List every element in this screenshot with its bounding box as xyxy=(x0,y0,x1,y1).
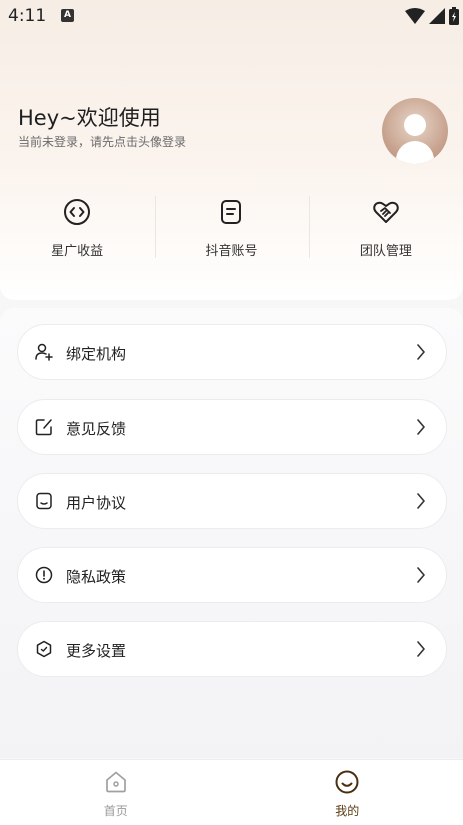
status-icons xyxy=(405,7,459,25)
menu-item-more-settings[interactable]: 更多设置 xyxy=(17,621,447,677)
chevron-right-icon xyxy=(416,419,426,435)
handshake-icon xyxy=(372,198,400,226)
nav-tab-mine[interactable]: 我的 xyxy=(232,760,463,825)
add-user-icon xyxy=(35,343,53,361)
chevron-right-icon xyxy=(416,344,426,360)
smile-icon xyxy=(334,769,360,795)
quick-action-douyin-account[interactable]: 抖音账号 xyxy=(154,196,308,262)
settings-menu: 绑定机构 意见反馈 用户协议 隐私政策 更多设置 xyxy=(0,308,463,758)
divider xyxy=(155,196,156,258)
avatar-body-icon xyxy=(396,141,434,164)
menu-item-label: 隐私政策 xyxy=(66,566,126,587)
quick-action-earnings[interactable]: 星广收益 xyxy=(0,196,154,262)
menu-item-privacy-policy[interactable]: 隐私政策 xyxy=(17,547,447,603)
menu-item-label: 意见反馈 xyxy=(66,418,126,439)
agreement-icon xyxy=(35,492,53,510)
greeting-title: Hey~欢迎使用 xyxy=(18,102,161,132)
avatar-head-icon xyxy=(404,114,426,136)
menu-item-feedback[interactable]: 意见反馈 xyxy=(17,399,447,455)
chevron-right-icon xyxy=(416,641,426,657)
alert-circle-icon xyxy=(35,566,53,584)
menu-item-label: 更多设置 xyxy=(66,640,126,661)
battery-icon xyxy=(449,7,459,25)
nav-tab-label: 我的 xyxy=(232,802,463,819)
bottom-navigation: 首页 我的 xyxy=(0,759,463,825)
home-icon xyxy=(103,769,129,795)
quick-action-label: 星广收益 xyxy=(0,240,154,259)
chevron-right-icon xyxy=(416,493,426,509)
status-bar: 4:11 A xyxy=(0,0,463,34)
document-icon xyxy=(217,198,245,226)
menu-item-label: 用户协议 xyxy=(66,492,126,513)
nav-tab-home[interactable]: 首页 xyxy=(0,760,232,825)
divider xyxy=(309,196,310,258)
chevron-right-icon xyxy=(416,567,426,583)
notification-icon: A xyxy=(61,9,74,22)
quick-action-team[interactable]: 团队管理 xyxy=(309,196,463,262)
code-diamond-icon xyxy=(63,198,91,226)
menu-item-bind-organization[interactable]: 绑定机构 xyxy=(17,324,447,380)
quick-action-label: 抖音账号 xyxy=(154,240,308,259)
status-time: 4:11 xyxy=(8,6,46,26)
avatar[interactable] xyxy=(382,98,448,164)
signal-icon xyxy=(429,8,445,24)
wifi-icon xyxy=(405,8,425,24)
menu-item-user-agreement[interactable]: 用户协议 xyxy=(17,473,447,529)
login-hint: 当前未登录，请先点击头像登录 xyxy=(18,133,186,150)
menu-item-label: 绑定机构 xyxy=(66,343,126,364)
quick-actions: 星广收益 抖音账号 团队管理 xyxy=(0,196,463,262)
settings-hexagon-icon xyxy=(35,640,53,658)
edit-icon xyxy=(35,418,53,436)
nav-tab-label: 首页 xyxy=(0,802,232,819)
quick-action-label: 团队管理 xyxy=(309,240,463,259)
